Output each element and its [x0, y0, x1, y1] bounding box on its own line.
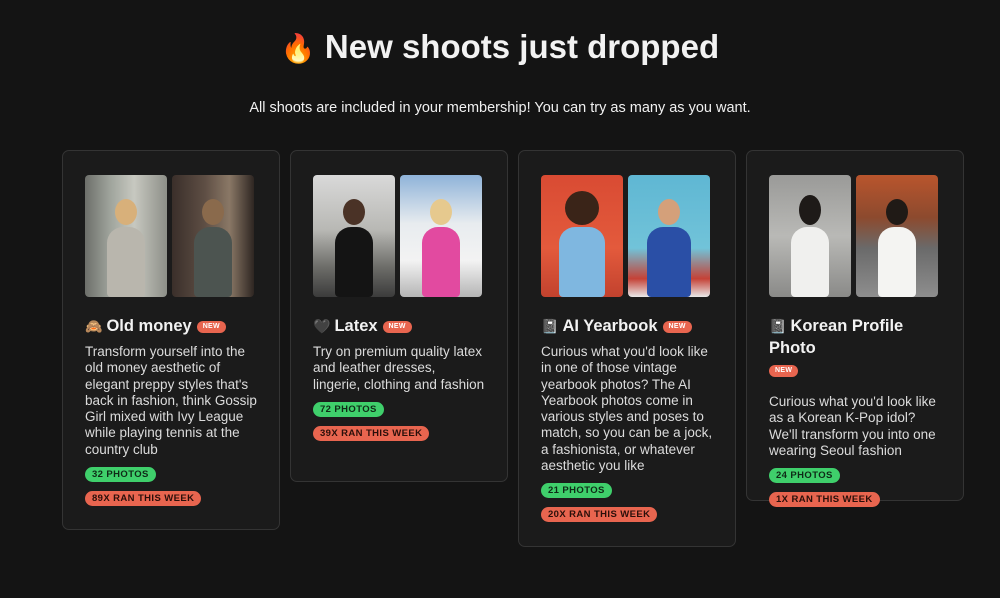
shoot-stats: 32 PHOTOS 89X RAN THIS WEEK — [85, 458, 257, 507]
photos-count-badge: 32 PHOTOS — [85, 467, 156, 483]
shoot-stats: 72 PHOTOS 39X RAN THIS WEEK — [313, 393, 485, 441]
thumbnail-image — [313, 175, 395, 297]
shoot-stats: 21 PHOTOS 20X RAN THIS WEEK — [541, 474, 713, 523]
thumbnail-image — [400, 175, 482, 297]
monkey-emoji-icon: 🙈 — [85, 318, 103, 334]
shoot-title: 🙈 Old money NEW — [85, 315, 257, 337]
shoot-description: Curious what you'd look like as a Korean… — [769, 394, 936, 458]
thumbnail-image — [628, 175, 710, 297]
thumbnail-row — [541, 175, 713, 297]
shoot-description: Curious what you'd look like in one of t… — [541, 344, 713, 474]
thumbnail-image — [541, 175, 623, 297]
runs-count-badge: 1X RAN THIS WEEK — [769, 492, 880, 508]
shoot-description: Transform yourself into the old money ae… — [85, 344, 257, 457]
notebook-icon: 📓 — [769, 318, 787, 334]
shoot-title: 🖤 Latex NEW — [313, 315, 485, 337]
photos-count-badge: 24 PHOTOS — [769, 468, 840, 484]
page: 🔥 New shoots just dropped All shoots are… — [0, 0, 1000, 598]
black-heart-icon: 🖤 — [313, 318, 331, 334]
shoot-title-text: Korean Profile Photo — [769, 317, 904, 357]
thumbnail-image — [85, 175, 167, 297]
shoot-card-old-money[interactable]: 🙈 Old money NEW Transform yourself into th… — [62, 150, 280, 530]
shoot-card-korean-profile-photo[interactable]: 📓 Korean Profile Photo NEW Curious what y… — [746, 150, 964, 508]
shoot-title-text: Latex — [334, 317, 378, 335]
thumbnail-image — [172, 175, 254, 297]
runs-count-badge: 39X RAN THIS WEEK — [313, 425, 430, 441]
thumbnail-row — [313, 175, 485, 297]
shoot-stats: 24 PHOTOS 1X RAN THIS WEEK — [769, 459, 941, 508]
new-badge: NEW — [382, 320, 412, 333]
shoot-title: 📓 AI Yearbook NEW — [541, 315, 713, 337]
photos-count-badge: 72 PHOTOS — [313, 401, 384, 417]
shoot-title: 📓 Korean Profile Photo — [769, 315, 941, 359]
page-title: 🔥 New shoots just dropped — [0, 28, 1000, 66]
thumbnail-row — [769, 175, 941, 297]
shoot-description: Try on premium quality latex and leather… — [313, 344, 485, 392]
thumbnail-image — [769, 175, 851, 297]
photos-count-badge: 21 PHOTOS — [541, 483, 612, 499]
runs-count-badge: 89X RAN THIS WEEK — [85, 491, 202, 507]
new-badge: NEW — [196, 320, 226, 333]
new-badge: NEW — [769, 364, 799, 377]
badge-row: NEW — [769, 362, 941, 380]
notebook-icon: 📓 — [541, 318, 559, 334]
thumbnail-row — [85, 175, 257, 297]
shoot-card-ai-yearbook[interactable]: 📓 AI Yearbook NEW Curious what you'd look … — [518, 150, 736, 547]
shoot-card-latex[interactable]: 🖤 Latex NEW Try on premium quality latex a… — [290, 150, 508, 482]
page-subtitle: All shoots are included in your membersh… — [249, 100, 751, 116]
fire-icon: 🔥 — [280, 33, 316, 64]
runs-count-badge: 20X RAN THIS WEEK — [541, 507, 658, 523]
new-badge: NEW — [662, 320, 692, 333]
page-title-text: New shoots just dropped — [324, 28, 720, 65]
shoot-title-text: Old money — [106, 317, 192, 335]
thumbnail-image — [856, 175, 938, 297]
shoot-title-text: AI Yearbook — [562, 317, 658, 335]
